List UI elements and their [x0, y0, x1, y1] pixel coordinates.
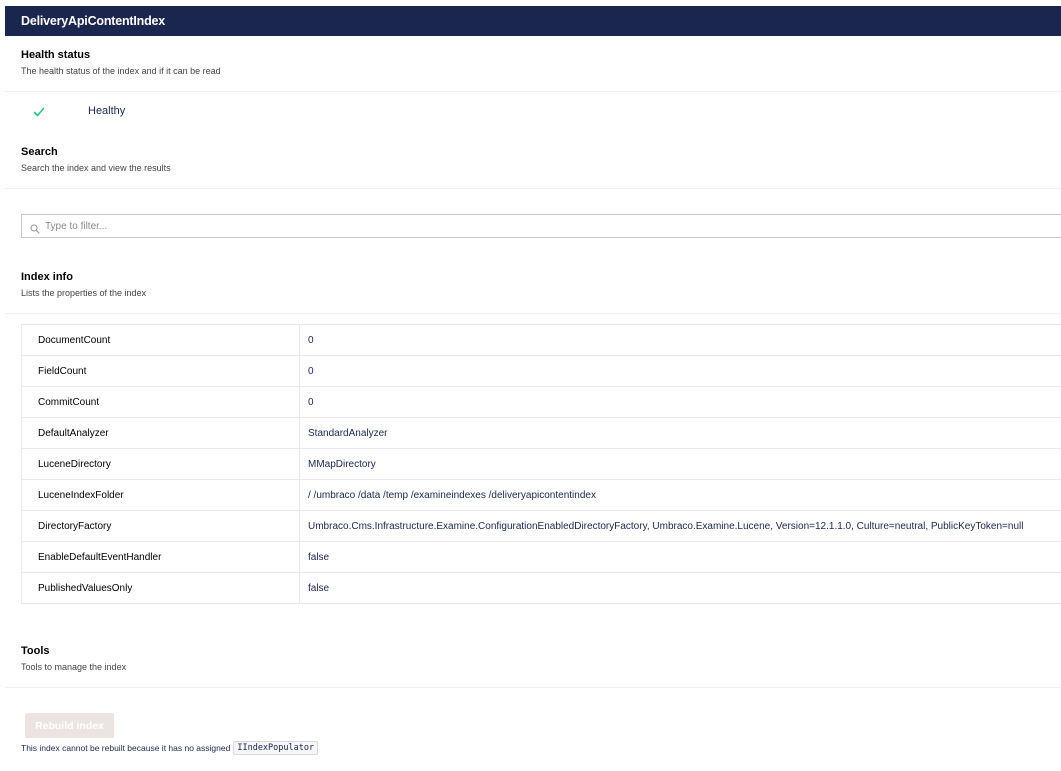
property-value: StandardAnalyzer — [299, 417, 1061, 449]
table-row: CommitCount 0 — [21, 386, 1061, 418]
index-info-section-header: Index info Lists the properties of the i… — [21, 270, 146, 299]
property-name: LuceneDirectory — [21, 448, 300, 480]
table-row: DocumentCount 0 — [21, 324, 1061, 356]
search-section-description: Search the index and view the results — [21, 163, 171, 173]
table-row: LuceneDirectory MMapDirectory — [21, 448, 1061, 480]
table-row: EnableDefaultEventHandler false — [21, 541, 1061, 573]
property-name: DefaultAnalyzer — [21, 417, 300, 449]
tools-section-title: Tools — [21, 645, 50, 657]
property-value: Umbraco.Cms.Infrastructure.Examine.Confi… — [299, 510, 1061, 542]
page-title: DeliveryApiContentIndex — [21, 14, 166, 28]
search-section-header: Search Search the index and view the res… — [21, 145, 171, 174]
health-section-header: Health status The health status of the i… — [21, 48, 221, 77]
tools-section-description: Tools to manage the index — [21, 662, 127, 672]
search-icon — [30, 221, 40, 234]
search-box[interactable] — [21, 214, 1061, 238]
property-name: LuceneIndexFolder — [21, 479, 300, 511]
divider — [5, 313, 1061, 314]
index-populator-code: IIndexPopulator — [233, 741, 319, 755]
property-name: DirectoryFactory — [21, 510, 300, 542]
search-input[interactable] — [45, 220, 1061, 232]
page-header: DeliveryApiContentIndex — [5, 6, 1061, 36]
property-name: PublishedValuesOnly — [21, 572, 300, 604]
check-icon — [33, 105, 45, 117]
property-name: DocumentCount — [21, 324, 300, 356]
rebuild-index-button[interactable]: Rebuild index — [25, 713, 114, 738]
index-info-table: DocumentCount 0 FieldCount 0 CommitCount 0 Def… — [21, 324, 1061, 604]
index-info-section-description: Lists the properties of the index — [21, 288, 147, 298]
property-value: / /umbraco /data /temp /examineindexes /… — [299, 479, 1061, 511]
table-row: PublishedValuesOnly false — [21, 572, 1061, 604]
divider — [5, 188, 1061, 189]
search-section-title: Search — [21, 146, 58, 158]
table-row: DefaultAnalyzer StandardAnalyzer — [21, 417, 1061, 449]
tools-section-header: Tools Tools to manage the index — [21, 644, 126, 673]
index-detail-page: DeliveryApiContentIndex Health status Th… — [0, 0, 1061, 771]
property-value: 0 — [299, 386, 1061, 418]
property-value: 0 — [299, 355, 1061, 387]
health-section-description: The health status of the index and if it… — [21, 66, 221, 76]
property-value: false — [299, 572, 1061, 604]
divider — [5, 687, 1061, 688]
health-status-row: Healthy — [33, 102, 125, 120]
property-name: EnableDefaultEventHandler — [21, 541, 300, 573]
table-row: FieldCount 0 — [21, 355, 1061, 387]
table-row: LuceneIndexFolder / /umbraco /data /temp … — [21, 479, 1061, 511]
rebuild-note: This index cannot be rebuilt because it … — [21, 741, 319, 755]
property-value: false — [299, 541, 1061, 573]
health-section-title: Health status — [21, 49, 91, 61]
divider — [5, 91, 1061, 92]
index-info-section-title: Index info — [21, 271, 73, 283]
property-value: 0 — [299, 324, 1061, 356]
property-name: CommitCount — [21, 386, 300, 418]
rebuild-note-text: This index cannot be rebuilt because it … — [21, 743, 231, 753]
property-value: MMapDirectory — [299, 448, 1061, 480]
table-row: DirectoryFactory Umbraco.Cms.Infrastructu… — [21, 510, 1061, 542]
property-name: FieldCount — [21, 355, 300, 387]
health-status-label: Healthy — [88, 105, 126, 117]
